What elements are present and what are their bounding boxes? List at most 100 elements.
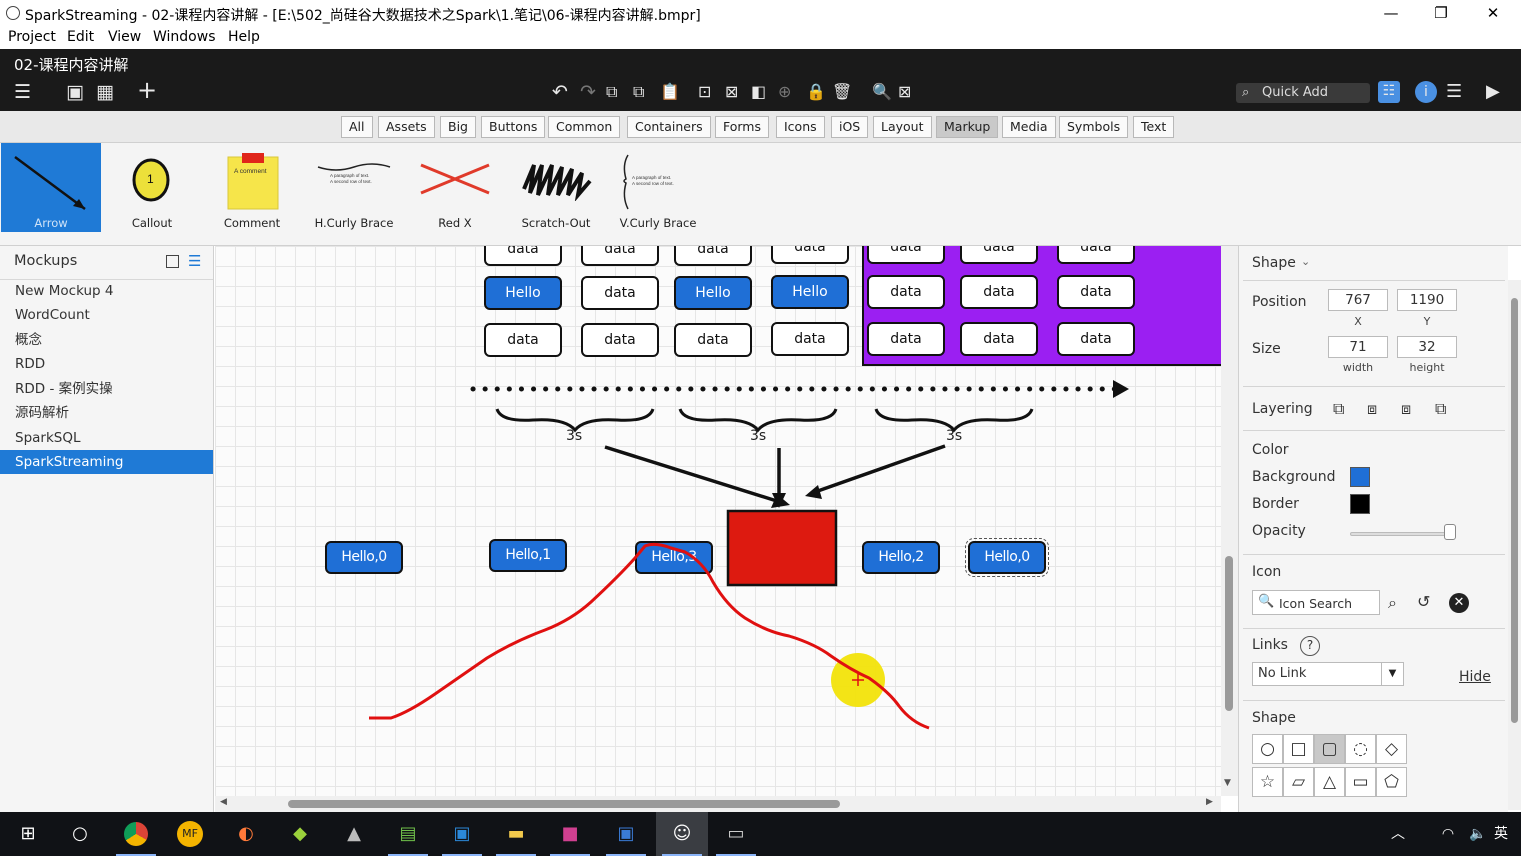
grid-view-icon[interactable]: ▦ xyxy=(96,82,114,102)
hello-button[interactable]: Hello,0 xyxy=(325,541,403,574)
scroll-thumb[interactable] xyxy=(1225,556,1233,711)
paste-icon[interactable]: 📋 xyxy=(660,82,680,102)
send-to-back-icon[interactable]: ⧉ xyxy=(1435,399,1446,419)
quick-add-input[interactable]: ⌕ Quick Add xyxy=(1236,83,1370,103)
tab-symbols[interactable]: Symbols xyxy=(1059,116,1129,138)
close-doc-icon[interactable]: ⊠ xyxy=(898,82,911,102)
canvas-horizontal-scrollbar[interactable]: ◀ ▶ xyxy=(215,796,1221,812)
copy-icon[interactable]: ⧉ xyxy=(606,82,617,102)
tab-forms[interactable]: Forms xyxy=(715,116,770,138)
callout-shape-icon[interactable]: ▭ xyxy=(1345,767,1376,797)
menu-view[interactable]: View xyxy=(108,29,141,45)
icon-search-input[interactable]: 🔍 Icon Search xyxy=(1252,590,1380,615)
component-v-curly-brace[interactable]: A paragraph of text. A second row of tex… xyxy=(608,143,708,232)
menu-windows[interactable]: Windows xyxy=(153,29,216,45)
menu-help[interactable]: Help xyxy=(228,29,260,45)
camera-app-icon[interactable]: ▲ xyxy=(328,812,380,856)
menu-edit[interactable]: Edit xyxy=(67,29,94,45)
maximize-button[interactable]: ❐ xyxy=(1418,2,1464,26)
mockup-item[interactable]: RDD xyxy=(0,352,213,376)
x-field[interactable]: 767 xyxy=(1328,289,1388,311)
component-h-curly-brace[interactable]: A paragraph of text. A second row of tex… xyxy=(304,143,404,232)
tab-containers[interactable]: Containers xyxy=(627,116,711,138)
ungroup-icon[interactable]: ⊠ xyxy=(725,82,738,102)
inspector-scrollbar[interactable] xyxy=(1508,280,1521,810)
tab-all[interactable]: All xyxy=(341,116,373,138)
tab-ios[interactable]: iOS xyxy=(831,116,869,138)
y-field[interactable]: 1190 xyxy=(1397,289,1457,311)
background-color-swatch[interactable] xyxy=(1350,467,1370,487)
tab-buttons[interactable]: Buttons xyxy=(481,116,546,138)
arrange-icon[interactable]: ◧ xyxy=(751,82,766,102)
bring-to-front-icon[interactable]: ⧉ xyxy=(1333,399,1344,419)
duplicate-icon[interactable]: ⧉ xyxy=(633,82,644,102)
icon-flip-icon[interactable]: ↺ xyxy=(1417,592,1430,611)
clear-icon[interactable]: ✕ xyxy=(1449,593,1469,613)
align-icon[interactable]: ⊕ xyxy=(778,82,791,102)
redo-icon[interactable]: ↷ xyxy=(580,82,596,102)
menu-project[interactable]: Project xyxy=(8,29,56,45)
mockup-item-selected[interactable]: SparkStreaming xyxy=(0,450,213,474)
tab-big[interactable]: Big xyxy=(440,116,476,138)
cortana-icon[interactable]: ○ xyxy=(54,812,106,856)
mockup-item[interactable]: WordCount xyxy=(0,303,213,327)
send-backward-icon[interactable]: ⧈ xyxy=(1401,399,1411,419)
mockup-canvas[interactable]: data data data data data data data Hello… xyxy=(215,246,1221,796)
windows-start-icon[interactable]: ⊞ xyxy=(2,812,54,856)
scroll-thumb[interactable] xyxy=(288,800,840,808)
scroll-thumb[interactable] xyxy=(1511,298,1518,723)
intellij-idea-icon[interactable]: ■ xyxy=(544,812,596,856)
icon-browse-icon[interactable]: ⌕ xyxy=(1388,593,1397,613)
star-shape-icon[interactable]: ☆ xyxy=(1252,767,1283,797)
tab-media[interactable]: Media xyxy=(1002,116,1056,138)
triangle-shape-icon[interactable]: △ xyxy=(1314,767,1345,797)
tab-layout[interactable]: Layout xyxy=(873,116,932,138)
notepad-app-icon[interactable]: ▤ xyxy=(382,812,434,856)
hide-link-button[interactable]: Hide xyxy=(1459,669,1491,685)
chrome-icon[interactable] xyxy=(110,812,162,856)
thumbnail-view-icon[interactable] xyxy=(166,255,179,268)
properties-icon[interactable]: ☰ xyxy=(1446,82,1462,102)
link-select[interactable]: No Link ▼ xyxy=(1252,662,1404,686)
bring-forward-icon[interactable]: ⧈ xyxy=(1367,399,1377,419)
scroll-right-icon[interactable]: ▶ xyxy=(1206,797,1213,807)
component-scratch-out[interactable]: Scratch-Out xyxy=(506,143,606,232)
parallelogram-shape-icon[interactable]: ▱ xyxy=(1283,767,1314,797)
tab-common[interactable]: Common xyxy=(548,116,621,138)
balsamiq-app-icon[interactable]: ☺ xyxy=(656,812,708,856)
file-explorer-icon[interactable]: ▬ xyxy=(490,812,542,856)
add-mockup-icon[interactable]: + xyxy=(137,78,157,102)
component-callout[interactable]: 1 Callout xyxy=(102,143,202,232)
info-icon[interactable]: i xyxy=(1415,81,1437,103)
diamond-shape-icon[interactable]: ◇ xyxy=(1376,734,1407,764)
mockup-item[interactable]: New Mockup 4 xyxy=(0,279,213,303)
tab-markup[interactable]: Markup xyxy=(936,116,999,138)
hello-button[interactable]: Hello,3 xyxy=(635,541,713,574)
hello-button[interactable]: Hello,2 xyxy=(862,541,940,574)
group-icon[interactable]: ⊡ xyxy=(698,82,711,102)
minimize-button[interactable]: — xyxy=(1368,2,1414,26)
pentagon-shape-icon[interactable]: ⬠ xyxy=(1376,767,1407,797)
mockup-item[interactable]: SparkSQL xyxy=(0,426,213,450)
mockup-item[interactable]: 概念 xyxy=(0,328,213,352)
remote-app-icon[interactable]: ▣ xyxy=(436,812,488,856)
undo-icon[interactable]: ↶ xyxy=(552,82,568,102)
mf-app-icon[interactable]: MF xyxy=(164,812,216,856)
snail-app-icon[interactable]: ◐ xyxy=(220,812,272,856)
presentation-icon[interactable]: ▶ xyxy=(1486,82,1500,102)
opacity-slider-track[interactable] xyxy=(1350,532,1454,536)
list-view-icon[interactable]: ☰ xyxy=(188,252,201,270)
find-icon[interactable]: 🔍 xyxy=(872,82,892,102)
component-red-x[interactable]: Red X xyxy=(405,143,505,232)
green-app-icon[interactable]: ◆ xyxy=(274,812,326,856)
scroll-down-icon[interactable]: ▼ xyxy=(1224,778,1231,788)
dotted-circle-shape-icon[interactable]: ◌ xyxy=(1345,734,1376,764)
ui-library-icon[interactable]: ☷ xyxy=(1378,81,1400,103)
mockup-item[interactable]: RDD - 案例实操 xyxy=(0,377,213,401)
hello-button-selected[interactable]: Hello,0 xyxy=(965,538,1049,577)
links-help-icon[interactable]: ? xyxy=(1300,636,1320,656)
lock-icon[interactable]: 🔒 xyxy=(806,82,826,102)
component-arrow[interactable]: Arrow xyxy=(1,143,101,232)
opacity-slider-thumb[interactable] xyxy=(1443,524,1456,540)
trash-icon[interactable]: 🗑 xyxy=(832,82,852,102)
